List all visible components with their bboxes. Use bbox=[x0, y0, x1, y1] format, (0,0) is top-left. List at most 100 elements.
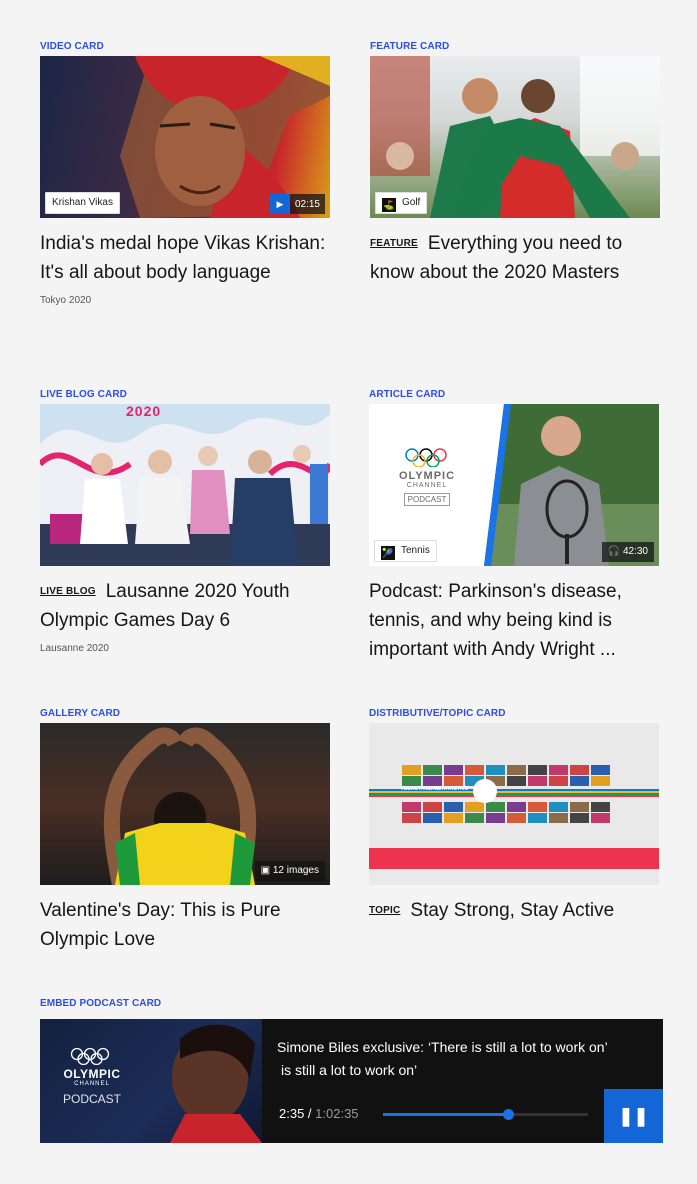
card-title-text: Stay Strong, Stay Active bbox=[410, 900, 615, 921]
duration-text: 42:30 bbox=[622, 546, 648, 557]
feature-tag: FEATURE bbox=[370, 238, 418, 249]
pause-button[interactable]: ❚❚ bbox=[604, 1089, 663, 1143]
collage-tile bbox=[507, 813, 526, 823]
collage-tile bbox=[570, 776, 589, 786]
card-title[interactable]: TOPIC Stay Strong, Stay Active bbox=[369, 896, 659, 925]
card-title[interactable]: LIVE BLOG Lausanne 2020 Youth Olympic Gam… bbox=[40, 577, 330, 635]
athlete-pill[interactable]: Krishan Vikas bbox=[45, 192, 120, 214]
podcast-logo-text: OLYMPIC CHANNEL PODCAST bbox=[387, 470, 467, 507]
headphones-icon: 🎧 bbox=[607, 546, 621, 557]
collage-tile bbox=[549, 802, 568, 812]
event-year-text: 2020 bbox=[126, 404, 162, 419]
collage-tile bbox=[591, 776, 610, 786]
collage-tile bbox=[423, 776, 442, 786]
podcast-title-line-1: Simone Biles exclusive: ‘There is still … bbox=[277, 1039, 608, 1055]
collage-tile bbox=[486, 802, 505, 812]
topic-banner-text: #STAYACTIVE bbox=[435, 786, 469, 792]
podcast-title-line-2: is still a lot to work on’ bbox=[281, 1062, 418, 1078]
logo-line-2: CHANNEL bbox=[74, 1081, 110, 1087]
collage-tile bbox=[591, 813, 610, 823]
collage-tile bbox=[549, 813, 568, 823]
podcast-player[interactable]: OLYMPIC CHANNEL PODCAST Simone Biles exc… bbox=[40, 1019, 663, 1143]
sport-pill[interactable]: 🎾 Tennis bbox=[374, 540, 437, 562]
card-type-label: ARTICLE CARD bbox=[369, 389, 446, 400]
collage-tile bbox=[549, 776, 568, 786]
podcast-logo-text: OLYMPIC CHANNEL PODCAST bbox=[50, 1067, 134, 1106]
article-thumbnail[interactable]: OLYMPIC CHANNEL PODCAST 🎾 Tennis 🎧 42:30 bbox=[369, 404, 659, 566]
card-title[interactable]: Podcast: Parkinson's disease, tennis, an… bbox=[369, 577, 659, 664]
collage-tile bbox=[423, 813, 442, 823]
collage-tile bbox=[444, 765, 463, 775]
current-time: 2:35 / bbox=[279, 1106, 312, 1121]
logo-line-2: CHANNEL bbox=[406, 482, 448, 489]
collage-tile bbox=[444, 813, 463, 823]
collage-tile bbox=[465, 813, 484, 823]
duration-text: 02:15 bbox=[294, 199, 320, 210]
video-card[interactable]: VIDEO CARD Krishan Vikas ▶ 02:15 India's … bbox=[40, 40, 330, 306]
collage-tile bbox=[402, 802, 421, 812]
liveblog-thumbnail[interactable]: 2020 bbox=[40, 404, 330, 566]
collage-tile bbox=[591, 802, 610, 812]
card-title[interactable]: FEATURE Everything you need to know about… bbox=[370, 229, 660, 287]
video-thumbnail[interactable]: Krishan Vikas ▶ 02:15 bbox=[40, 56, 330, 218]
progress-bar[interactable] bbox=[383, 1109, 588, 1120]
collage-tile bbox=[423, 802, 442, 812]
golf-icon: ⛳ bbox=[382, 198, 396, 212]
time-display: 2:35 / 1:02:35 bbox=[279, 1106, 359, 1121]
progress-fill bbox=[383, 1113, 509, 1116]
logo-line-1: OLYMPIC bbox=[398, 470, 456, 482]
collage-tile bbox=[444, 776, 463, 786]
topic-logo-circle bbox=[473, 779, 497, 803]
total-time: 1:02:35 bbox=[315, 1106, 359, 1121]
sport-pill[interactable]: ⛳ Golf bbox=[375, 192, 428, 214]
card-title[interactable]: Valentine's Day: This is Pure Olympic Lo… bbox=[40, 896, 330, 954]
logo-line-3: PODCAST bbox=[62, 1092, 121, 1106]
gallery-count-badge: ▣ 12 images bbox=[254, 861, 325, 881]
article-card[interactable]: ARTICLE CARD OLYMPIC CHANNEL PODCAST 🎾 Te… bbox=[369, 388, 659, 664]
logo-line-1: OLYMPIC bbox=[63, 1067, 121, 1081]
collage-tile bbox=[507, 802, 526, 812]
progress-handle[interactable] bbox=[503, 1109, 515, 1120]
liveblog-card[interactable]: LIVE BLOG CARD 2020 LIVE BLOG Lausanne 20… bbox=[40, 388, 330, 654]
collage-tile bbox=[528, 776, 547, 786]
collage-tile bbox=[444, 802, 463, 812]
collage-tile bbox=[549, 765, 568, 775]
embed-podcast-card[interactable]: EMBED PODCAST CARD OLYMPIC CHANNEL PODCA… bbox=[40, 997, 663, 1143]
card-type-label: VIDEO CARD bbox=[40, 41, 104, 52]
video-duration: ▶ 02:15 bbox=[269, 194, 325, 214]
collage-tile bbox=[528, 802, 547, 812]
feature-thumbnail[interactable]: ⛳ Golf bbox=[370, 56, 660, 218]
collage-tile bbox=[507, 776, 526, 786]
topic-tag: TOPIC bbox=[369, 905, 401, 916]
collage-tile bbox=[465, 802, 484, 812]
feature-card[interactable]: FEATURE CARD ⛳ Golf FEATURE Everything you… bbox=[370, 40, 660, 287]
card-title[interactable]: India's medal hope Vikas Krishan: It's a… bbox=[40, 229, 330, 287]
collage-tile bbox=[570, 813, 589, 823]
pause-icon: ❚❚ bbox=[618, 1106, 649, 1126]
skaters-image bbox=[40, 404, 330, 566]
collage-tile bbox=[528, 765, 547, 775]
card-type-label: EMBED PODCAST CARD bbox=[40, 998, 162, 1009]
gallery-thumbnail[interactable]: ▣ 12 images bbox=[40, 723, 330, 885]
stripe bbox=[369, 795, 659, 797]
collage-tile bbox=[528, 813, 547, 823]
tennis-icon: 🎾 bbox=[381, 546, 395, 560]
card-subtitle: Tokyo 2020 bbox=[40, 295, 92, 306]
stripe bbox=[369, 793, 659, 795]
topic-banner-text-left: #BEACTIVEDAY bbox=[401, 786, 440, 792]
collage-tile bbox=[465, 765, 484, 775]
collage-tile bbox=[570, 802, 589, 812]
topic-thumbnail[interactable]: #STAYACTIVE #BEACTIVEDAY bbox=[369, 723, 659, 885]
image-icon: ▣ bbox=[260, 865, 271, 876]
collage-tile bbox=[423, 765, 442, 775]
logo-line-3: PODCAST bbox=[403, 493, 451, 506]
gallery-card[interactable]: GALLERY CARD ▣ 12 images Valentine's Day… bbox=[40, 707, 330, 954]
play-icon[interactable]: ▶ bbox=[269, 194, 290, 214]
card-subtitle: Lausanne 2020 bbox=[40, 643, 109, 654]
card-type-label: GALLERY CARD bbox=[40, 708, 121, 719]
sport-pill-label: Golf bbox=[402, 197, 421, 208]
podcast-title: Simone Biles exclusive: ‘There is still … bbox=[277, 1036, 647, 1082]
card-type-label: LIVE BLOG CARD bbox=[40, 389, 127, 400]
collage-tile bbox=[402, 776, 421, 786]
topic-card[interactable]: DISTRIBUTIVE/TOPIC CARD #STAYACTIVE #BEA… bbox=[369, 707, 659, 925]
